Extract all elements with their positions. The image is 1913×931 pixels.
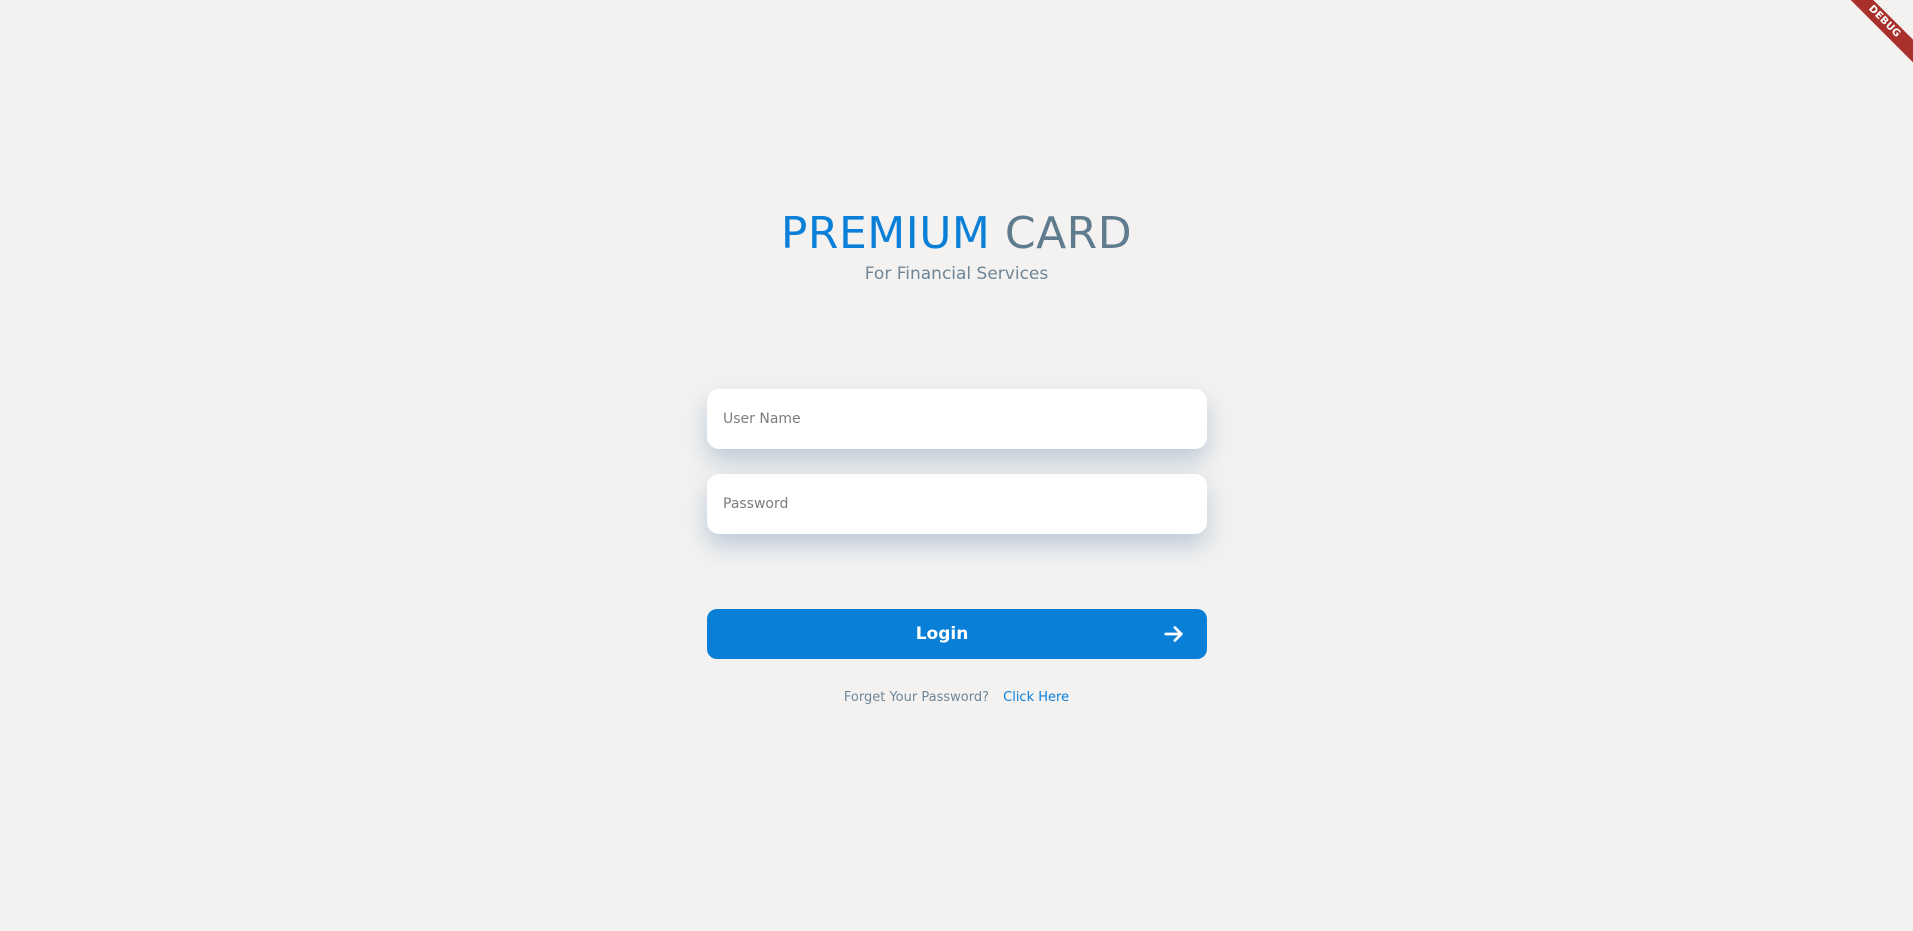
debug-banner: DEBUG (1833, 0, 1913, 80)
login-button[interactable]: Login (707, 609, 1207, 659)
app-title: PREMIUM CARD (0, 208, 1913, 260)
app-title-secondary: CARD (1004, 208, 1133, 259)
arrow-right-icon (1164, 626, 1183, 642)
forgot-password-link[interactable]: Click Here (1003, 690, 1069, 705)
login-button-label: Login (915, 624, 969, 644)
debug-banner-label: DEBUG (1839, 0, 1913, 67)
username-input[interactable] (707, 389, 1207, 449)
app-subtitle: For Financial Services (864, 264, 1049, 284)
brand-header: PREMIUM CARD For Financial Services (0, 208, 1913, 284)
password-field[interactable] (707, 474, 1207, 534)
password-input[interactable] (707, 474, 1207, 534)
forgot-password-text: Forget Your Password? (843, 690, 989, 705)
username-field[interactable] (707, 389, 1207, 449)
login-page: DEBUG PREMIUM CARD For Financial Service… (0, 0, 1913, 931)
forgot-password-row: Forget Your Password? Click Here (0, 690, 1913, 705)
app-title-primary: PREMIUM (780, 208, 991, 259)
